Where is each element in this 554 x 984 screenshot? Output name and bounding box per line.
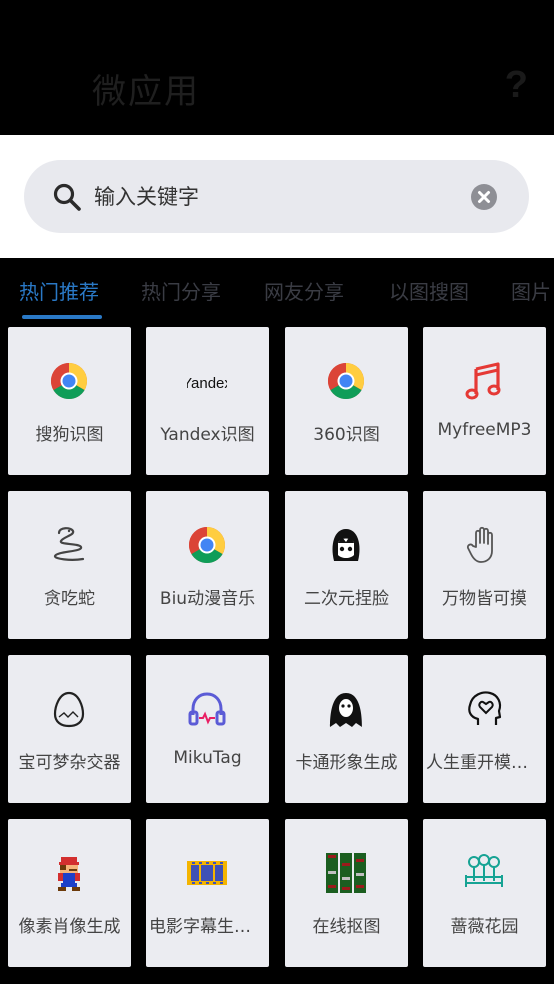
cutout-icon <box>326 853 366 893</box>
chrome-icon <box>50 363 88 400</box>
app-tile-360[interactable]: 360识图 <box>285 327 408 475</box>
app-label: 360识图 <box>313 425 380 445</box>
close-icon <box>478 191 490 203</box>
app-tile-myfreemp3[interactable]: MyfreeMP3 <box>423 327 546 475</box>
app-label: 像素肖像生成 <box>18 917 121 937</box>
app-tile-yandex[interactable]: Yandex Yandex识图 <box>146 327 269 475</box>
search-input[interactable] <box>92 176 466 218</box>
app-label: 二次元捏脸 <box>304 589 389 609</box>
app-label: MyfreeMP3 <box>437 420 532 440</box>
chrome-icon <box>327 363 365 400</box>
tab-images[interactable]: 图片 <box>511 276 551 305</box>
egg-icon <box>53 691 85 728</box>
app-tile-biu-music[interactable]: Biu动漫音乐 <box>146 491 269 639</box>
app-label: 贪吃蛇 <box>44 589 95 609</box>
app-tile-life-restart[interactable]: 人生重开模拟器 <box>423 655 546 803</box>
search-icon <box>53 183 81 211</box>
app-tile-cartoon[interactable]: 卡通形象生成 <box>285 655 408 803</box>
app-label: MikuTag <box>173 748 242 768</box>
chrome-icon <box>188 527 226 564</box>
app-tile-rose-garden[interactable]: 蔷薇花园 <box>423 819 546 967</box>
page-title: 微应用 <box>92 72 200 112</box>
clear-search-button[interactable] <box>471 184 497 210</box>
help-button[interactable]: ? <box>505 64 528 107</box>
app-grid: 搜狗识图 Yandex Yandex识图 360识图 <box>0 320 554 984</box>
headphones-icon <box>188 692 226 726</box>
app-label: Biu动漫音乐 <box>159 589 256 609</box>
app-tile-cutout[interactable]: 在线抠图 <box>285 819 408 967</box>
tab-bar: 热门推荐 热门分享 网友分享 以图搜图 图片 <box>0 258 554 320</box>
app-label: 人生重开模拟器 <box>426 753 543 773</box>
app-tile-movie-subtitle[interactable]: 电影字幕生成器 <box>146 819 269 967</box>
app-tile-pixel-portrait[interactable]: 像素肖像生成 <box>8 819 131 967</box>
app-tile-sogou[interactable]: 搜狗识图 <box>8 327 131 475</box>
app-tile-snake[interactable]: 贪吃蛇 <box>8 491 131 639</box>
app-label: 搜狗识图 <box>35 425 104 445</box>
header: 微应用 ? <box>0 0 554 135</box>
tab-user-share[interactable]: 网友分享 <box>264 276 344 305</box>
tab-image-search[interactable]: 以图搜图 <box>389 276 469 305</box>
app-label: Yandex识图 <box>160 425 255 445</box>
anime-face-icon <box>332 529 360 561</box>
app-label: 宝可梦杂交器 <box>18 753 121 773</box>
app-tile-anime-face[interactable]: 二次元捏脸 <box>285 491 408 639</box>
tab-hot-share[interactable]: 热门分享 <box>141 276 221 305</box>
search-area <box>0 135 554 258</box>
head-heart-icon <box>468 691 502 725</box>
tab-indicator <box>22 315 102 319</box>
app-label: 万物皆可摸 <box>442 589 527 609</box>
svg-text:Yandex: Yandex <box>187 375 227 392</box>
app-tile-mikutag[interactable]: MikuTag <box>146 655 269 803</box>
garden-icon <box>465 854 503 887</box>
app-tile-pokemon-fusion[interactable]: 宝可梦杂交器 <box>8 655 131 803</box>
music-note-icon <box>465 362 501 400</box>
yandex-icon: Yandex <box>187 375 227 392</box>
app-label: 蔷薇花园 <box>450 917 519 937</box>
film-icon <box>187 861 227 885</box>
search-bar[interactable] <box>24 160 529 233</box>
app-label: 卡通形象生成 <box>295 753 398 773</box>
app-tile-touch[interactable]: 万物皆可摸 <box>423 491 546 639</box>
hand-icon <box>466 526 493 563</box>
app-label: 在线抠图 <box>312 917 381 937</box>
tab-hot-recommend[interactable]: 热门推荐 <box>19 276 99 305</box>
app-label: 电影字幕生成器 <box>149 917 266 937</box>
snake-icon <box>53 527 85 561</box>
pixel-mario-icon <box>58 857 80 891</box>
app-screen: 微应用 ? 热门推荐 热门分享 网友分享 以图搜图 图片 <box>0 0 554 984</box>
ghost-icon <box>330 693 362 727</box>
